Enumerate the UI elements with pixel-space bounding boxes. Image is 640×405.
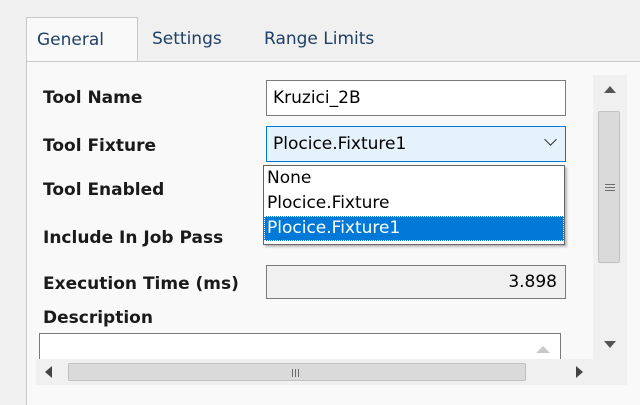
grip-line — [298, 369, 299, 377]
tab-range-limits[interactable]: Range Limits — [254, 17, 384, 61]
triangle-right-icon — [576, 366, 583, 378]
scroll-right-button[interactable] — [565, 359, 593, 385]
grip-line — [605, 187, 615, 188]
grip-line — [605, 190, 615, 191]
grip-line — [295, 369, 296, 377]
chevron-down-icon[interactable] — [544, 133, 557, 146]
triangle-up-icon — [536, 346, 550, 353]
tab-settings[interactable]: Settings — [142, 17, 232, 61]
tool-fixture-combobox[interactable]: Plocice.Fixture1 — [266, 126, 566, 162]
vertical-scrollbar[interactable] — [593, 75, 627, 360]
tool-fixture-dropdown-list[interactable]: None Plocice.Fixture Plocice.Fixture1 — [263, 165, 565, 245]
tool-fixture-value: Plocice.Fixture1 — [273, 134, 407, 154]
scroll-up-button[interactable] — [593, 75, 627, 105]
tab-range-limits-label: Range Limits — [264, 29, 375, 49]
vertical-scroll-thumb[interactable] — [598, 111, 620, 263]
tool-name-input[interactable]: Kruzici_2B — [266, 80, 566, 116]
grip-line — [605, 184, 615, 185]
triangle-left-icon — [45, 366, 52, 378]
tool-enabled-label: Tool Enabled — [43, 180, 165, 200]
triangle-up-icon — [604, 86, 616, 93]
dropdown-option-plocice-fixture[interactable]: Plocice.Fixture — [264, 191, 564, 216]
triangle-down-icon — [604, 341, 616, 348]
execution-time-field: 3.898 — [266, 265, 566, 299]
scroll-down-button[interactable] — [593, 330, 627, 360]
general-panel: Tool Name Kruzici_2B Tool Fixture Plocic… — [26, 61, 640, 405]
description-label: Description — [43, 308, 153, 328]
tab-general[interactable]: General — [26, 17, 138, 61]
tab-settings-label: Settings — [152, 29, 222, 49]
scroll-left-button[interactable] — [36, 359, 64, 385]
dropdown-option-none[interactable]: None — [264, 166, 564, 191]
tab-general-label: General — [37, 30, 104, 50]
execution-time-label: Execution Time (ms) — [43, 274, 239, 294]
scrollbar-corner — [593, 360, 627, 385]
tab-strip: General Settings Range Limits — [0, 0, 640, 62]
tool-name-label: Tool Name — [43, 88, 143, 108]
horizontal-scrollbar[interactable] — [36, 359, 593, 385]
dropdown-option-plocice-fixture1[interactable]: Plocice.Fixture1 — [264, 216, 564, 241]
horizontal-scroll-thumb[interactable] — [68, 363, 526, 381]
include-in-job-pass-label: Include In Job Pass — [43, 228, 224, 248]
tool-fixture-label: Tool Fixture — [43, 136, 156, 156]
grip-line — [292, 369, 293, 377]
